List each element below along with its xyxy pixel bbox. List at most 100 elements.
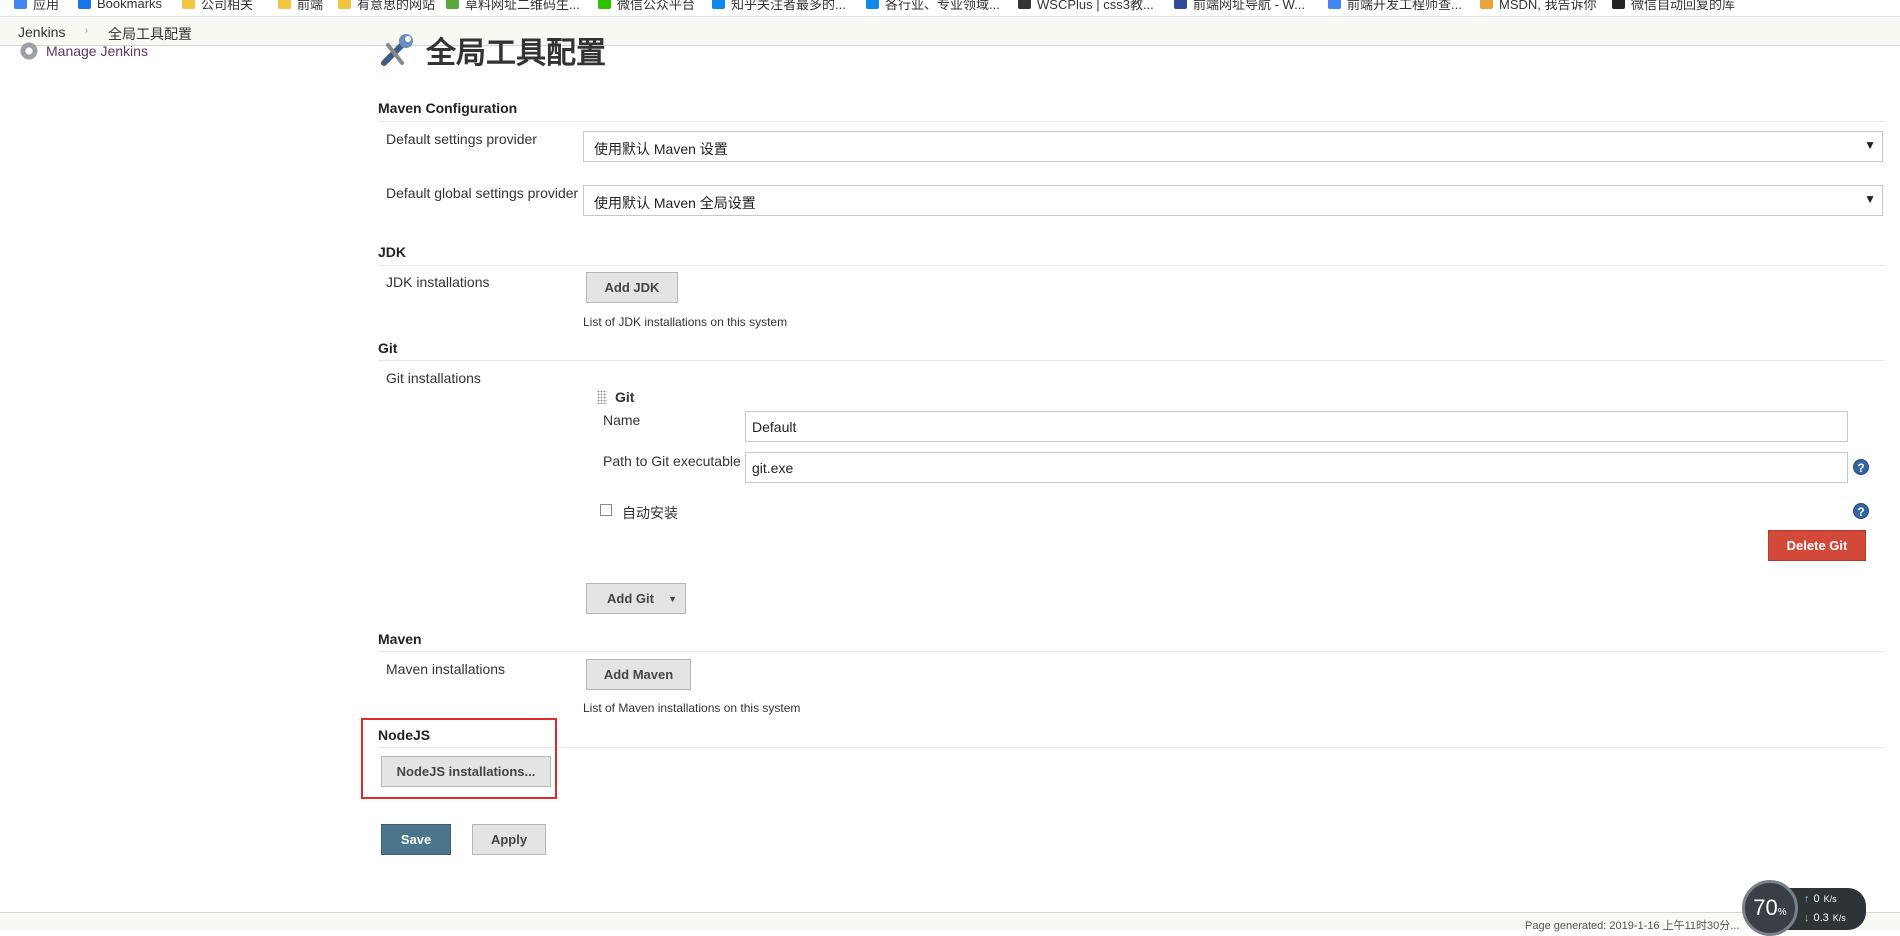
apps-grid-icon [14, 0, 27, 9]
upload-speed-unit: K/s [1823, 894, 1837, 904]
maven-description: List of Maven installations on this syst… [583, 701, 801, 715]
bookmark-label: 草料网址二维码生... [465, 0, 580, 12]
bookmark-item[interactable]: 知乎关注者最多的... [712, 0, 846, 12]
grid-icon [1174, 0, 1187, 9]
drag-handle-icon[interactable] [597, 390, 607, 404]
auto-install-label: 自动安装 [622, 505, 678, 521]
bookmark-label: 微信自动回复的库 [1631, 0, 1736, 12]
folder-icon [338, 0, 351, 9]
add-git-label: Add Git [607, 591, 654, 606]
divider [378, 265, 1884, 266]
usage-gauge: 70% [1742, 880, 1798, 936]
gear-icon [18, 42, 40, 60]
default-global-settings-value: 使用默认 Maven 全局设置 [594, 195, 756, 211]
zhihu-icon [712, 0, 725, 9]
footer-text: Page generated: 2019-1-16 上午11时30分... [1525, 920, 1740, 932]
section-heading-maven-configuration: Maven Configuration [378, 100, 518, 116]
github-icon [1612, 0, 1625, 9]
page-title: 全局工具配置 [426, 37, 606, 70]
bookmark-item[interactable]: WSCPlus | css3教... [1018, 0, 1154, 12]
bookmark-label: Bookmarks [97, 0, 163, 11]
chevron-down-icon[interactable]: ▼ [668, 594, 677, 604]
download-speed: 0.3 [1813, 912, 1829, 924]
wechat-icon [598, 0, 611, 9]
breadcrumb-current-page[interactable]: 全局工具配置 [108, 24, 192, 44]
bookmark-label: 知乎关注者最多的... [731, 0, 846, 12]
git-name-input[interactable]: Default [745, 411, 1848, 442]
jdk-description: List of JDK installations on this system [583, 315, 788, 329]
zhihu-icon [866, 0, 879, 9]
bookmark-item[interactable]: 微信自动回复的库 [1612, 0, 1735, 12]
default-global-settings-select[interactable]: 使用默认 Maven 全局设置 ▼ [583, 185, 1883, 216]
bookmarks-bar: 应用 Bookmarks 公司相关 前端 有意思的网站 草料网址二维码生... 微信公众平台… [0, 0, 1900, 17]
upload-speed: 0 [1813, 893, 1820, 905]
bookmark-item[interactable]: 有意思的网站 [338, 0, 435, 12]
usage-percent: 70 [1753, 895, 1778, 920]
bookmark-label: 微信公众平台 [617, 0, 696, 12]
bookmark-label: MSDN, 我告诉你 [1499, 0, 1597, 12]
git-path-input[interactable]: git.exe [745, 452, 1848, 483]
delete-git-button[interactable]: Delete Git [1768, 530, 1866, 561]
bookmark-label: 前端网址导航 - W... [1193, 0, 1305, 12]
auto-install-checkbox[interactable] [600, 504, 612, 516]
bookmark-item[interactable]: 各行业、专业领域... [866, 0, 1000, 12]
bookmark-item[interactable]: Bookmarks [78, 0, 162, 12]
section-heading-maven: Maven [378, 631, 422, 647]
bookmark-label: 前端 [297, 0, 324, 12]
help-icon[interactable]: ? [1853, 503, 1869, 519]
bookmark-item[interactable]: 前端 [278, 0, 323, 12]
bookmark-label: 公司相关 [201, 0, 254, 12]
git-item-title: Git [615, 389, 635, 405]
folder-icon [278, 0, 291, 9]
add-jdk-button[interactable]: Add JDK [586, 272, 678, 303]
star-icon [78, 0, 91, 9]
bookmark-item[interactable]: 前端网址导航 - W... [1174, 0, 1305, 12]
qrcode-icon [446, 0, 459, 9]
default-settings-label: Default settings provider [386, 131, 537, 147]
bookmark-label: 各行业、专业领域... [885, 0, 1000, 12]
bookmark-item[interactable]: 公司相关 [182, 0, 253, 12]
section-heading-jdk: JDK [378, 244, 407, 260]
footer: Page generated: 2019-1-16 上午11时30分... [0, 912, 1900, 932]
sidebar-item-manage-jenkins[interactable]: Manage Jenkins [18, 42, 148, 60]
bookmark-label: WSCPlus | css3教... [1037, 0, 1154, 12]
bookmark-item[interactable]: 应用 [14, 0, 59, 12]
bookmark-label: 应用 [33, 0, 60, 12]
divider [378, 747, 1884, 748]
download-speed-unit: K/s [1832, 913, 1846, 923]
sidebar-item-label: Manage Jenkins [46, 43, 148, 59]
default-settings-select[interactable]: 使用默认 Maven 设置 ▼ [583, 131, 1883, 162]
google-icon [1328, 0, 1341, 9]
add-maven-button[interactable]: Add Maven [586, 659, 691, 690]
breadcrumb-jenkins-link[interactable]: Jenkins [18, 24, 65, 40]
bookmark-item[interactable]: 前端开发工程师查... [1328, 0, 1462, 12]
wrench-screwdriver-icon [378, 33, 418, 67]
bookmark-item[interactable]: 草料网址二维码生... [446, 0, 580, 12]
git-name-label: Name [603, 412, 641, 428]
maven-installations-label: Maven installations [386, 661, 506, 677]
chevron-down-icon: ▼ [1864, 192, 1876, 206]
upload-arrow-icon: ↑ [1804, 893, 1810, 905]
breadcrumb-separator-icon: › [85, 25, 88, 35]
add-git-button[interactable]: Add Git ▼ [586, 583, 686, 614]
download-arrow-icon: ↓ [1804, 912, 1810, 924]
usage-percent-unit: % [1777, 906, 1787, 918]
save-button[interactable]: Save [381, 824, 451, 855]
divider [378, 121, 1884, 122]
chevron-down-icon: ▼ [1864, 138, 1876, 152]
git-path-label: Path to Git executable [603, 453, 741, 469]
network-speed-widget[interactable]: ↑ 0 K/s ↓ 0.3 K/s 70% [1742, 880, 1866, 936]
apply-button[interactable]: Apply [472, 824, 546, 855]
highlight-annotation [361, 718, 557, 799]
bookmark-item[interactable]: MSDN, 我告诉你 [1480, 0, 1597, 12]
help-icon[interactable]: ? [1853, 459, 1869, 475]
default-global-settings-label: Default global settings provider [386, 185, 579, 201]
bookmark-label: 前端开发工程师查... [1347, 0, 1462, 12]
folder-icon [182, 0, 195, 9]
jdk-installations-label: JDK installations [386, 274, 490, 290]
divider [378, 651, 1884, 652]
breadcrumb: Jenkins › 全局工具配置 [0, 18, 1900, 46]
bookmark-label: 有意思的网站 [357, 0, 436, 12]
bookmark-item[interactable]: 微信公众平台 [598, 0, 695, 12]
page-header: 全局工具配置 [378, 28, 606, 72]
